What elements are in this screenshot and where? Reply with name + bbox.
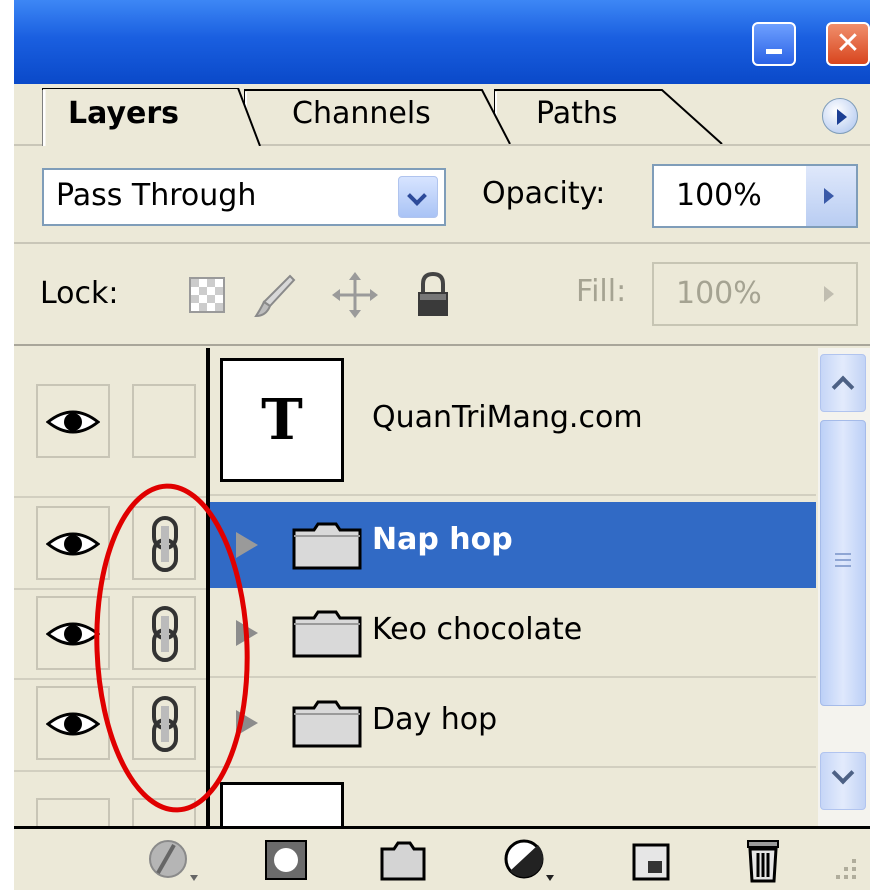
opacity-value: 100% (676, 178, 762, 213)
tab-channels[interactable]: Channels (244, 88, 512, 144)
chevron-down-icon[interactable] (398, 176, 438, 218)
layer-row[interactable]: Keo chocolate (14, 590, 816, 678)
layer-name: Day hop (372, 702, 498, 737)
layer-row[interactable]: Nap hop (14, 498, 816, 588)
text-layer-thumb-glyph: T (261, 387, 303, 453)
tab-row: Paths Channels Layers (14, 84, 870, 146)
link-cell-empty[interactable] (132, 384, 196, 458)
scroll-thumb[interactable] (820, 420, 866, 706)
layers-panel-window: ✕ Paths Channels Layers Pass Through Opa… (14, 0, 870, 890)
divider (210, 676, 816, 678)
layer-row[interactable]: T QuanTriMang.com (14, 348, 816, 496)
link-chain-icon[interactable] (132, 686, 196, 760)
minimize-button[interactable] (752, 22, 796, 66)
divider (210, 766, 816, 768)
panel-menu-button[interactable] (822, 98, 858, 134)
close-button[interactable]: ✕ (826, 22, 870, 66)
layer-name: Keo chocolate (372, 612, 583, 647)
add-layer-mask-icon[interactable] (262, 835, 312, 885)
layer-row-partial[interactable] (14, 772, 816, 826)
blend-mode-value: Pass Through (56, 178, 257, 213)
blend-mode-select[interactable]: Pass Through (42, 168, 446, 226)
layers-scrollbar[interactable] (818, 348, 870, 826)
layers-bottom-toolbar (14, 826, 870, 890)
fill-slider-arrow (806, 264, 856, 324)
divider (14, 242, 870, 244)
layer-name: Nap hop (372, 522, 513, 557)
tab-channels-label: Channels (292, 96, 431, 131)
layers-list: T QuanTriMang.com Nap hop Keo chocolate … (14, 348, 870, 826)
visibility-eye-icon[interactable] (36, 596, 110, 670)
text-layer-thumbnail: T (220, 358, 344, 482)
opacity-label: Opacity: (482, 176, 606, 211)
layer-row[interactable]: Day hop (14, 680, 816, 768)
opacity-slider-arrow[interactable] (806, 166, 856, 226)
fill-label: Fill: (576, 274, 627, 309)
expand-triangle-icon[interactable] (236, 620, 258, 646)
divider (14, 344, 870, 346)
visibility-eye-icon[interactable] (36, 384, 110, 458)
resize-grip-icon[interactable] (832, 859, 862, 883)
new-layer-icon[interactable] (626, 835, 676, 885)
tab-layers-label: Layers (68, 96, 179, 131)
link-chain-icon[interactable] (132, 506, 196, 580)
expand-triangle-icon[interactable] (236, 710, 258, 736)
tab-paths[interactable]: Paths (494, 88, 724, 144)
folder-icon (292, 522, 362, 570)
scroll-up-button[interactable] (820, 354, 866, 412)
folder-icon (292, 610, 362, 658)
layer-thumbnail (220, 782, 344, 826)
fill-field: 100% (652, 262, 858, 326)
layer-style-icon[interactable] (146, 835, 198, 885)
opacity-field[interactable]: 100% (652, 164, 858, 228)
lock-position-move-icon[interactable] (332, 270, 378, 320)
visibility-eye-icon[interactable] (36, 686, 110, 760)
lock-transparent-pixels-icon[interactable] (184, 270, 230, 320)
visibility-eye-icon[interactable] (36, 798, 110, 826)
link-chain-icon[interactable] (132, 596, 196, 670)
expand-triangle-icon[interactable] (236, 532, 258, 558)
layer-name: QuanTriMang.com (372, 400, 643, 435)
lock-all-padlock-icon[interactable] (410, 270, 456, 320)
tab-layers[interactable]: Layers (42, 88, 262, 146)
visibility-column-border (206, 348, 210, 826)
divider (210, 494, 816, 496)
folder-icon (292, 700, 362, 748)
scroll-down-button[interactable] (820, 752, 866, 810)
visibility-eye-icon[interactable] (36, 506, 110, 580)
new-adjustment-layer-icon[interactable] (502, 835, 554, 885)
fill-value: 100% (676, 276, 762, 311)
title-bar[interactable]: ✕ (14, 0, 870, 84)
link-cell-empty[interactable] (132, 798, 196, 826)
delete-layer-trash-icon[interactable] (738, 835, 788, 885)
new-group-folder-icon[interactable] (378, 835, 428, 885)
close-icon: ✕ (835, 26, 861, 61)
lock-image-pixels-brush-icon[interactable] (252, 270, 298, 320)
lock-label: Lock: (40, 276, 119, 311)
tab-paths-label: Paths (536, 96, 618, 131)
